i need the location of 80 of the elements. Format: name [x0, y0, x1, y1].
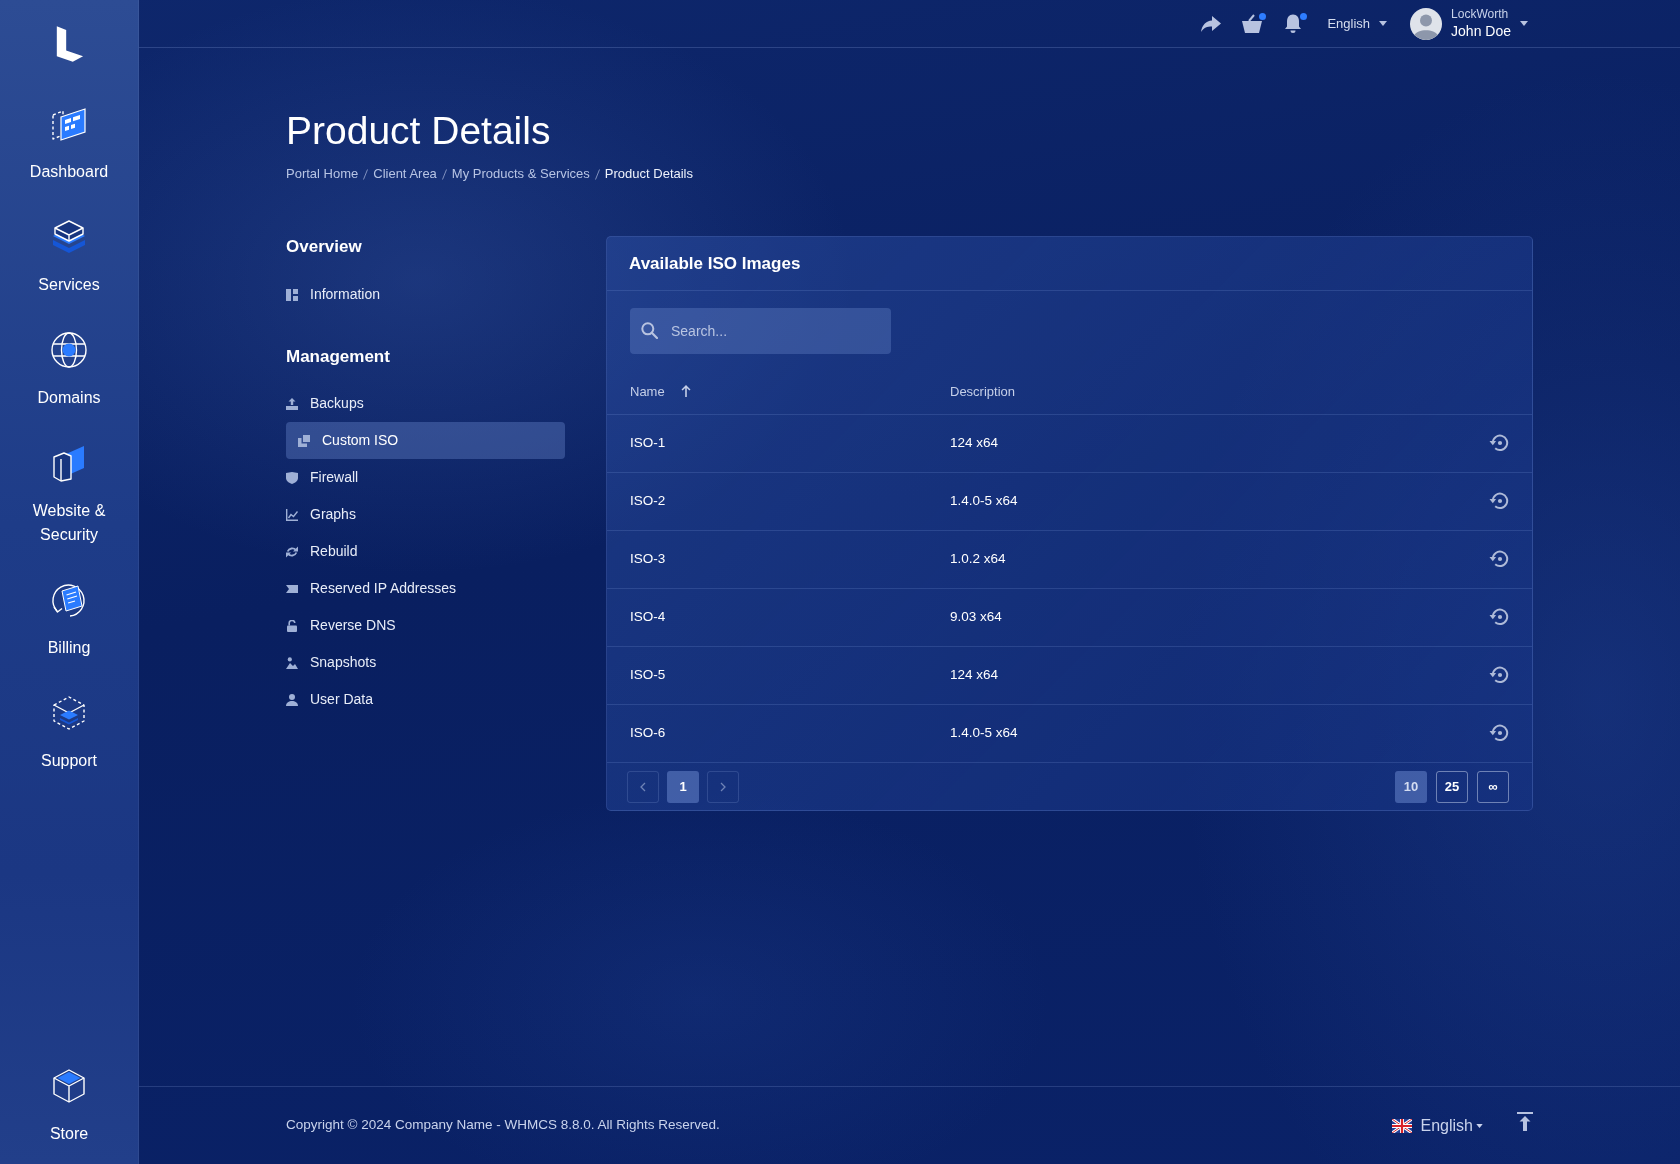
page-size-button[interactable]: ∞ [1477, 770, 1509, 803]
copyright-text: Copyright © 2024 Company Name - WHMCS 8.8.0. All Rights Reserved. [286, 1116, 720, 1135]
circular-arrow-icon[interactable] [1489, 723, 1509, 744]
menu-item[interactable]: Reserved IP Addresses [286, 570, 457, 607]
table-cell: 124 x64 [927, 646, 1465, 704]
section-heading: Management [286, 346, 390, 368]
caret-icon [1476, 1123, 1483, 1128]
language-dropdown[interactable]: English [1327, 13, 1388, 34]
menu-item[interactable]: Backups [286, 385, 364, 422]
slash-separator-icon [594, 168, 600, 180]
basket-icon[interactable] [1242, 13, 1263, 34]
sidebar-item[interactable]: Billing [47, 580, 91, 660]
menu-item[interactable]: Information [286, 276, 381, 313]
table-cell: ISO-1 [607, 414, 927, 472]
sidebar-item[interactable]: Store [49, 1066, 89, 1146]
slash-separator-icon [441, 168, 447, 180]
image-icon [286, 656, 298, 669]
sidebar-item[interactable]: Website & Security [13, 443, 125, 547]
table-cell: 1.4.0-5 x64 [927, 472, 1465, 530]
breadcrumb-link[interactable]: Portal Home [286, 164, 359, 184]
ticket-icon [286, 582, 298, 595]
search-icon [641, 322, 658, 339]
circular-arrow-icon[interactable] [1489, 433, 1509, 454]
menu-item[interactable]: Graphs [286, 496, 356, 533]
table-cell: 124 x64 [927, 414, 1465, 472]
table-cell: ISO-5 [607, 646, 927, 704]
breadcrumb-link[interactable]: Client Area [373, 164, 437, 184]
sidebar-item[interactable]: Dashboard [29, 104, 109, 184]
globe-icon [49, 330, 89, 370]
menu-item[interactable]: Firewall [286, 459, 359, 496]
menu-item[interactable]: Reverse DNS [286, 607, 396, 644]
logo-icon[interactable] [54, 25, 84, 63]
caret-icon [1520, 21, 1528, 26]
table-cell: ISO-2 [607, 472, 927, 530]
user-menu[interactable]: LockWorth John Doe [1410, 7, 1528, 40]
shield-icon [286, 471, 298, 484]
page-size-button[interactable]: 10 [1395, 770, 1427, 803]
menu-item[interactable]: User Data [286, 681, 374, 718]
line-chart-icon [286, 508, 298, 521]
table-cell: ISO-4 [607, 588, 927, 646]
menu-item[interactable]: Snapshots [286, 644, 377, 681]
breadcrumb-link[interactable]: My Products & Services [451, 164, 590, 184]
breadcrumb-current: Product Details [604, 165, 693, 183]
upload-icon [286, 397, 298, 410]
bell-icon[interactable] [1283, 13, 1304, 34]
circular-arrow-icon[interactable] [1489, 491, 1509, 512]
sidebar-item[interactable]: Support [40, 693, 97, 773]
share-arrow-icon[interactable] [1201, 13, 1222, 34]
panel-title: Available ISO Images [629, 252, 801, 275]
sidebar-item[interactable]: Services [38, 217, 100, 297]
column-header[interactable]: Name [630, 381, 691, 401]
table-cell: 1.0.2 x64 [927, 530, 1465, 588]
page-size-button[interactable]: 25 [1436, 770, 1468, 803]
squares-icon [298, 434, 310, 447]
circular-arrow-icon[interactable] [1489, 549, 1509, 570]
circular-arrow-icon[interactable] [1489, 607, 1509, 628]
table-cell: 9.03 x64 [927, 588, 1465, 646]
table-cell: ISO-6 [607, 704, 927, 762]
sidebar-item[interactable]: Domains [37, 330, 101, 410]
grid-icon [286, 288, 298, 301]
avatar-icon [1410, 7, 1443, 40]
language-dropdown[interactable]: English [1391, 1113, 1483, 1138]
circular-arrow-icon[interactable] [1489, 665, 1509, 686]
padlock-icon [286, 619, 298, 632]
section-heading: Overview [286, 236, 362, 258]
page-title: Product Details [286, 108, 551, 154]
user-icon [286, 693, 298, 706]
column-header[interactable]: Description [950, 381, 1016, 401]
table-cell: 1.4.0-5 x64 [927, 704, 1465, 762]
menu-item[interactable]: Rebuild [286, 533, 358, 570]
refresh-icon [286, 545, 298, 558]
menu-item[interactable]: Custom ISO [286, 422, 565, 459]
page-button[interactable]: 1 [667, 770, 699, 803]
flag-icon [1391, 1118, 1412, 1133]
slash-separator-icon [363, 168, 369, 180]
chevron-right-icon [720, 781, 726, 792]
arrow-up-to-bar-icon[interactable] [1517, 1112, 1533, 1131]
caret-icon [1379, 21, 1388, 26]
chevron-left-icon [640, 781, 646, 792]
table-cell: ISO-3 [607, 530, 927, 588]
